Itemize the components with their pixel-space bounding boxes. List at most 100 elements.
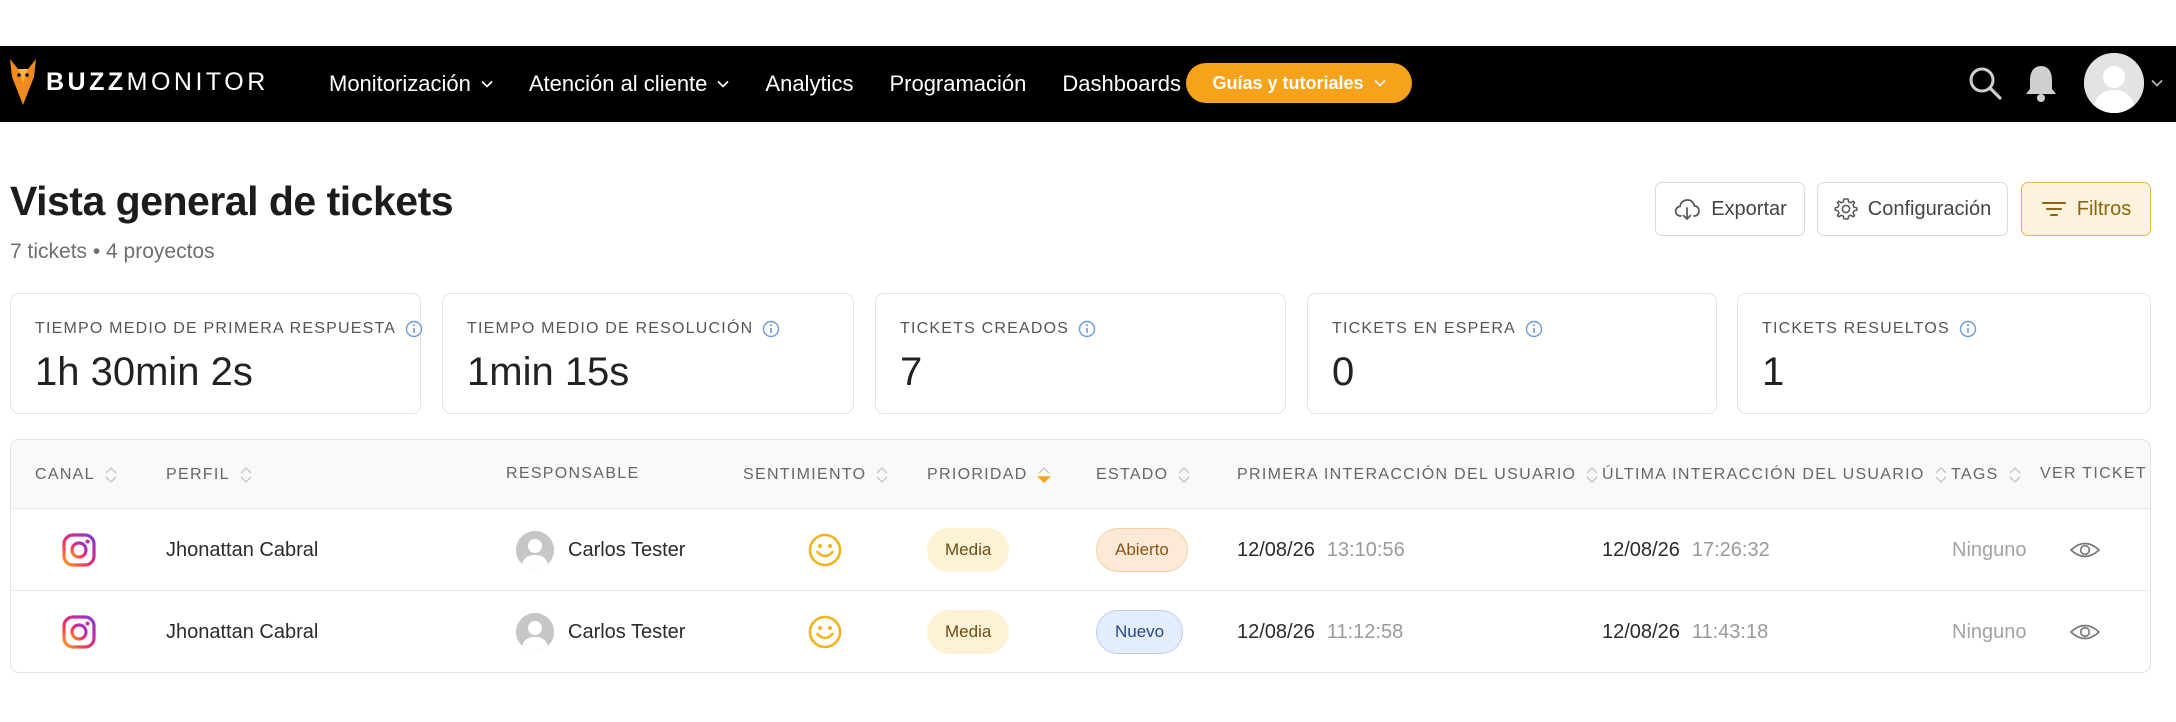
priority-badge: Media (927, 610, 1010, 654)
configuration-label: Configuración (1867, 197, 1992, 220)
tags-cell: Ninguno (1952, 620, 2027, 643)
column-header-perfil[interactable]: PERFIL (166, 465, 253, 485)
column-header-sentimiento[interactable]: SENTIMIENTO (743, 465, 889, 485)
nav-label: Dashboards (1062, 71, 1182, 96)
column-header-ultima-interaccion[interactable]: ÚLTIMA INTERACCIÓN DEL USUARIO (1602, 465, 1948, 485)
status-badge: Nuevo (1096, 610, 1184, 654)
stat-card-tickets-waiting: TICKETS EN ESPERA 0 (1307, 293, 1717, 414)
agent-cell: Carlos Tester (516, 591, 686, 672)
column-header-ver-ticket: VER TICKET (2040, 465, 2147, 483)
stat-value: 1min 15s (467, 350, 630, 394)
column-label: RESPONSABLE (506, 465, 640, 482)
stat-card-tickets-resolved: TICKETS RESUELTOS 1 (1737, 293, 2151, 414)
sort-icon[interactable] (104, 465, 118, 485)
column-label: PRIORIDAD (927, 466, 1028, 483)
status-cell: Nuevo (1096, 591, 1184, 672)
nav-label: Analytics (765, 71, 854, 96)
info-icon[interactable] (1078, 320, 1096, 338)
date-value: 12/08/26 (1237, 538, 1315, 561)
sentiment-cell (807, 591, 843, 672)
stat-label-text: TIEMPO MEDIO DE RESOLUCIÓN (467, 320, 754, 337)
agent-name: Carlos Tester (568, 620, 686, 643)
filters-button[interactable]: Filtros (2021, 182, 2151, 236)
column-label: TAGS (1951, 466, 1999, 483)
column-header-canal[interactable]: CANAL (35, 465, 118, 485)
column-header-tags[interactable]: TAGS (1951, 465, 2022, 485)
nav-label: Monitorización (329, 71, 471, 96)
page-title: Vista general de tickets (10, 178, 454, 224)
last-interaction-cell: 12/08/26 17:26:32 (1602, 509, 1770, 591)
profile-cell[interactable]: Jhonattan Cabral (166, 591, 318, 672)
time-value: 13:10:56 (1326, 538, 1405, 561)
stat-label: TIEMPO MEDIO DE RESOLUCIÓN (467, 320, 780, 338)
status-badge: Abierto (1096, 528, 1188, 572)
instagram-icon (62, 533, 96, 567)
sort-icon[interactable] (1585, 465, 1599, 485)
configuration-button[interactable]: Configuración (1817, 182, 2008, 236)
column-label: CANAL (35, 466, 95, 483)
date-value: 12/08/26 (1602, 538, 1680, 561)
sort-desc-active-icon[interactable] (1036, 465, 1051, 485)
eye-icon[interactable] (2069, 539, 2101, 561)
nav-label: Programación (889, 71, 1027, 96)
time-value: 11:43:18 (1691, 620, 1769, 643)
stat-label: TIEMPO MEDIO DE PRIMERA RESPUESTA (35, 320, 423, 338)
sort-icon[interactable] (2008, 465, 2022, 485)
stat-label-text: TIEMPO MEDIO DE PRIMERA RESPUESTA (35, 320, 397, 337)
view-ticket-cell (2069, 509, 2101, 591)
nav-atencion-cliente[interactable]: Atención al cliente (529, 71, 730, 97)
table-row[interactable]: Jhonattan Cabral Carlos Tester Media Abi… (11, 509, 2150, 591)
stat-value: 1 (1762, 350, 1785, 394)
profile-cell[interactable]: Jhonattan Cabral (166, 509, 318, 591)
column-header-estado[interactable]: ESTADO (1096, 465, 1191, 485)
brand-logo[interactable]: BUZZMONITOR (8, 54, 269, 110)
cloud-download-icon (1675, 199, 1701, 221)
guides-tutorials-button[interactable]: Guías y tutoriales (1186, 63, 1412, 103)
nav-label: Atención al cliente (528, 71, 708, 96)
export-button[interactable]: Exportar (1655, 182, 1805, 236)
user-silhouette-icon (2084, 53, 2144, 113)
sort-icon[interactable] (875, 465, 889, 485)
page-subtitle: 7 tickets • 4 proyectos (10, 240, 215, 263)
column-header-primera-interaccion[interactable]: PRIMERA INTERACCIÓN DEL USUARIO (1237, 465, 1599, 485)
nav-monitorizacion[interactable]: Monitorización (329, 71, 493, 97)
sort-icon[interactable] (1177, 465, 1191, 485)
priority-badge: Media (927, 528, 1010, 572)
stat-value: 0 (1332, 350, 1355, 394)
info-icon[interactable] (1959, 320, 1977, 338)
nav-programacion[interactable]: Programación (889, 71, 1026, 97)
sort-icon[interactable] (239, 465, 253, 485)
stat-label: TICKETS RESUELTOS (1762, 320, 1977, 338)
tags-cell: Ninguno (1952, 538, 2027, 561)
table-row[interactable]: Jhonattan Cabral Carlos Tester Media Nue… (11, 591, 2150, 672)
last-interaction-cell: 12/08/26 11:43:18 (1602, 591, 1769, 672)
column-header-prioridad[interactable]: PRIORIDAD (927, 465, 1051, 485)
column-label: ÚLTIMA INTERACCIÓN DEL USUARIO (1602, 466, 1925, 483)
smile-icon (808, 533, 842, 567)
nav-dashboards[interactable]: Dashboards (1062, 71, 1181, 97)
brand-name: BUZZMONITOR (46, 67, 269, 96)
info-icon[interactable] (762, 320, 780, 338)
stat-label: TICKETS CREADOS (900, 320, 1096, 338)
main-nav: Monitorización Atención al cliente Analy… (329, 46, 1217, 122)
date-value: 12/08/26 (1602, 620, 1680, 643)
stat-label: TICKETS EN ESPERA (1332, 320, 1543, 338)
stat-card-tickets-created: TICKETS CREADOS 7 (875, 293, 1286, 414)
top-navbar: BUZZMONITOR Monitorización Atención al c… (0, 46, 2176, 122)
smile-icon (808, 615, 842, 649)
eye-icon[interactable] (2069, 621, 2101, 643)
stat-value: 7 (900, 350, 923, 394)
time-value: 17:26:32 (1691, 538, 1770, 561)
chevron-down-icon (481, 80, 493, 88)
column-label: PERFIL (166, 466, 230, 483)
fox-logo-icon (10, 59, 36, 105)
search-icon[interactable] (1966, 64, 2004, 102)
bell-icon[interactable] (2022, 62, 2060, 104)
user-avatar[interactable] (2084, 53, 2144, 113)
chevron-down-icon[interactable] (2150, 76, 2164, 90)
info-icon[interactable] (1525, 320, 1543, 338)
info-icon[interactable] (405, 320, 423, 338)
nav-analytics[interactable]: Analytics (765, 71, 853, 97)
channel-cell (61, 591, 97, 672)
sort-icon[interactable] (1934, 465, 1948, 485)
